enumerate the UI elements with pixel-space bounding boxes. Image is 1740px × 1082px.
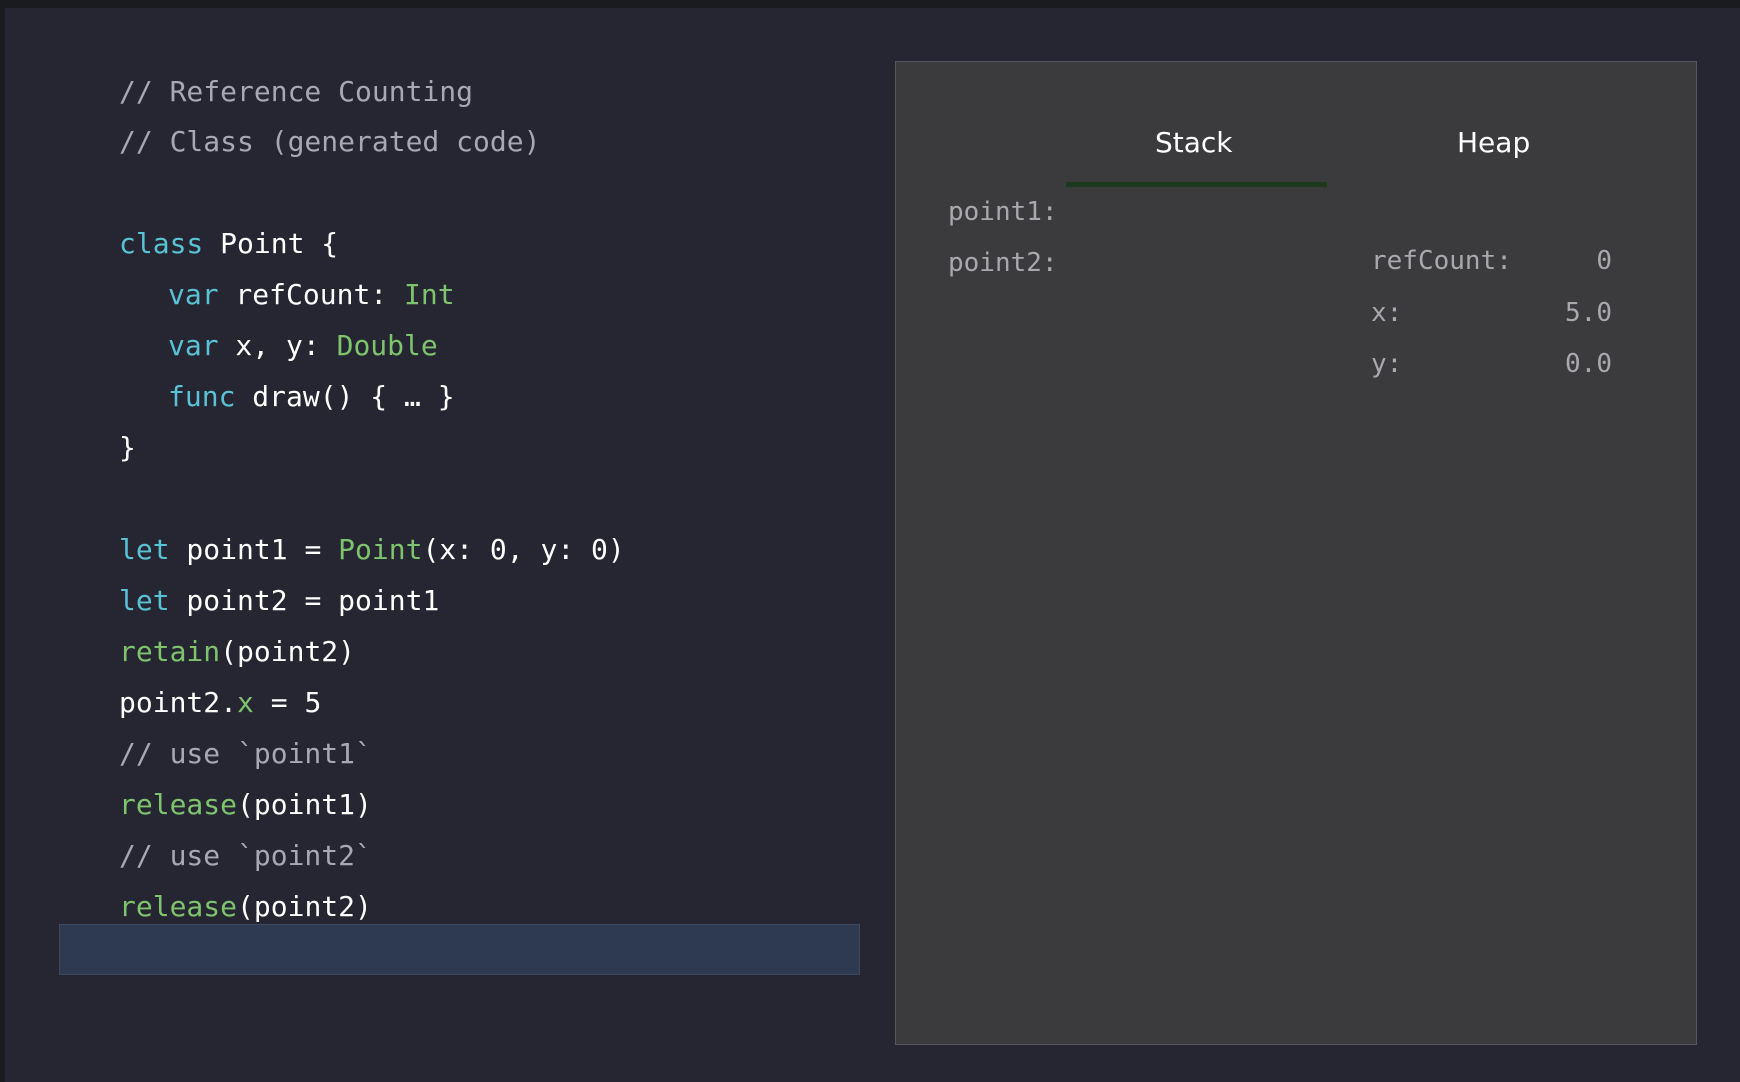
class-name: Point { xyxy=(203,227,339,260)
code-line-release-point1: release(point1) xyxy=(119,785,372,825)
code-panel: // Reference Counting // Class (generate… xyxy=(5,8,865,1082)
code-line-release-point2: release(point2) xyxy=(119,887,372,927)
let-point1-args: (x: 0, y: 0) xyxy=(422,533,625,566)
code-line-let-point1: let point1 = Point(x: 0, y: 0) xyxy=(119,530,625,570)
code-line-assign-x: point2.x = 5 xyxy=(119,683,321,723)
fn-retain: retain xyxy=(119,635,221,668)
type-double: Double xyxy=(336,329,438,362)
func-draw-body: draw() { … } xyxy=(235,380,455,413)
heap-field-y-value: 0.0 xyxy=(1565,349,1612,379)
release2-args: (point2) xyxy=(237,890,372,923)
type-point: Point xyxy=(338,533,423,566)
fn-release: release xyxy=(119,788,238,821)
stack-var-point1: point1: xyxy=(948,197,1058,227)
current-line-highlight xyxy=(59,924,860,975)
heap-field-x-label: x: xyxy=(1371,298,1403,328)
release1-args: (point1) xyxy=(237,788,372,821)
code-line-refcount: var refCount: Int xyxy=(168,275,455,315)
code-comment-title: // Reference Counting xyxy=(119,75,474,108)
heap-header: Heap xyxy=(1457,126,1531,159)
memory-panel: Stack Heap point1: point2: refCount: 0 x… xyxy=(895,61,1697,1045)
heap-field-y-label: y: xyxy=(1371,349,1403,379)
keyword-class: class xyxy=(119,227,204,260)
keyword-let: let xyxy=(119,533,170,566)
keyword-let: let xyxy=(119,584,170,617)
code-line-retain: retain(point2) xyxy=(119,632,355,672)
code-line-class-decl: class Point { xyxy=(119,224,338,264)
code-line-let-point2: let point2 = point1 xyxy=(119,581,439,621)
let-point2-rest: point2 = point1 xyxy=(169,584,440,617)
code-comment-use-point1: // use `point1` xyxy=(119,737,372,770)
code-line-draw: func draw() { … } xyxy=(168,377,455,417)
assign-target: point2. xyxy=(119,686,238,719)
slide-canvas: // Reference Counting // Class (generate… xyxy=(5,8,1740,1082)
let-point1-mid: point1 = xyxy=(169,533,339,566)
code-comment-subtitle: // Class (generated code) xyxy=(119,125,541,158)
code-line-close-brace: } xyxy=(119,431,136,464)
keyword-func: func xyxy=(168,380,236,413)
stack-header-underline xyxy=(1066,182,1327,187)
type-int: Int xyxy=(404,278,455,311)
keyword-var: var xyxy=(168,329,219,362)
assign-value: = 5 xyxy=(253,686,322,719)
fn-release: release xyxy=(119,890,238,923)
retain-args: (point2) xyxy=(220,635,356,668)
code-line-xy: var x, y: Double xyxy=(168,326,438,366)
stack-header: Stack xyxy=(1155,126,1233,159)
keyword-var: var xyxy=(168,278,219,311)
code-comment-use-point2: // use `point2` xyxy=(119,839,372,872)
heap-field-refcount-value: 0 xyxy=(1596,246,1612,276)
heap-field-x-value: 5.0 xyxy=(1565,298,1612,328)
stack-var-point2: point2: xyxy=(948,248,1058,278)
var-xy-name: x, y: xyxy=(218,329,337,362)
var-refcount-name: refCount: xyxy=(218,278,405,311)
assign-property: x xyxy=(237,686,254,719)
heap-field-refcount-label: refCount: xyxy=(1371,246,1512,276)
